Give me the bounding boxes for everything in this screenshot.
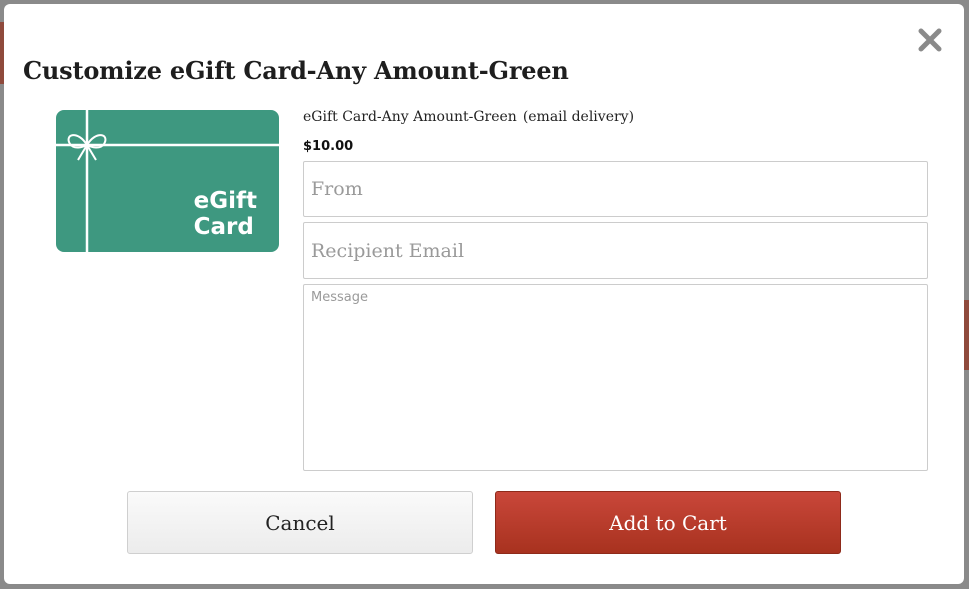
cancel-button[interactable]: Cancel [127,491,473,554]
product-description: eGift Card-Any Amount-Green (email delive… [303,109,634,125]
modal-title: Customize eGift Card-Any Amount-Green [23,56,569,85]
gift-card-modal: Customize eGift Card-Any Amount-Green eG… [4,4,964,584]
from-input[interactable] [303,161,928,217]
message-textarea[interactable] [303,284,928,471]
background-strip [964,300,969,370]
card-label: eGift Card [194,188,257,240]
card-label-line2: Card [193,214,254,240]
product-name: eGift Card-Any Amount-Green [303,109,517,125]
recipient-email-input[interactable] [303,222,928,279]
delivery-type: (email delivery) [522,109,635,125]
close-icon [918,28,942,52]
product-price: $10.00 [303,139,354,154]
add-to-cart-button-label: Add to Cart [609,510,727,535]
cancel-button-label: Cancel [265,510,335,535]
card-label-line1: eGift [193,188,257,214]
gift-card-image: eGift Card [56,110,279,252]
close-button[interactable] [916,26,944,54]
add-to-cart-button[interactable]: Add to Cart [495,491,841,554]
